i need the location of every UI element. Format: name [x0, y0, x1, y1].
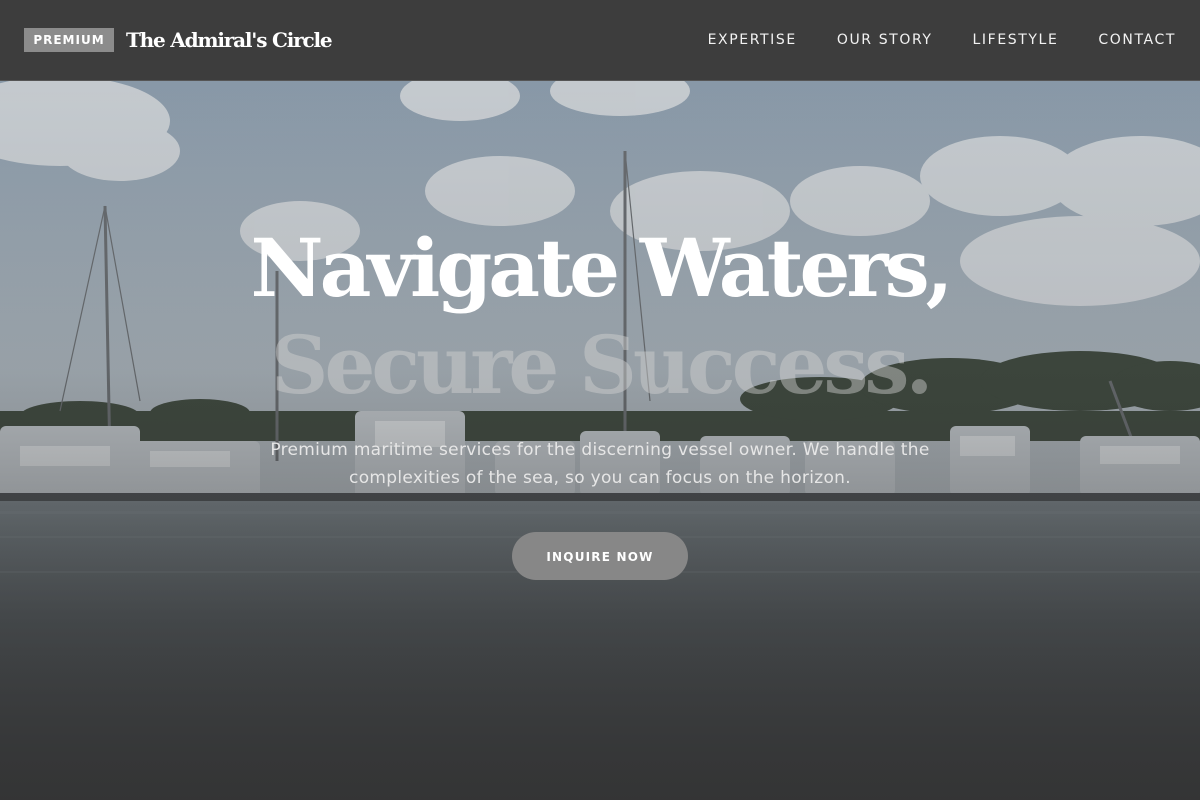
main-nav: EXPERTISE OUR STORY LIFESTYLE CONTACT	[708, 28, 1176, 52]
nav-lifestyle[interactable]: LIFESTYLE	[973, 28, 1059, 52]
hero-subtitle: Premium maritime services for the discer…	[270, 440, 930, 488]
hero-title-line2: Secure Success.	[270, 318, 934, 412]
hero-title-line1: Navigate Waters,	[250, 221, 954, 315]
premium-badge: PREMIUM	[24, 28, 114, 52]
brand-logo[interactable]: The Admiral's Circle	[126, 26, 333, 54]
nav-contact[interactable]: CONTACT	[1098, 28, 1176, 52]
inquire-now-button[interactable]: INQUIRE NOW	[512, 532, 688, 580]
nav-expertise[interactable]: EXPERTISE	[708, 28, 797, 52]
landing-page: PREMIUM The Admiral's Circle EXPERTISE O…	[0, 0, 1200, 800]
nav-our-story[interactable]: OUR STORY	[837, 28, 933, 52]
site-header: PREMIUM The Admiral's Circle EXPERTISE O…	[0, 0, 1200, 81]
